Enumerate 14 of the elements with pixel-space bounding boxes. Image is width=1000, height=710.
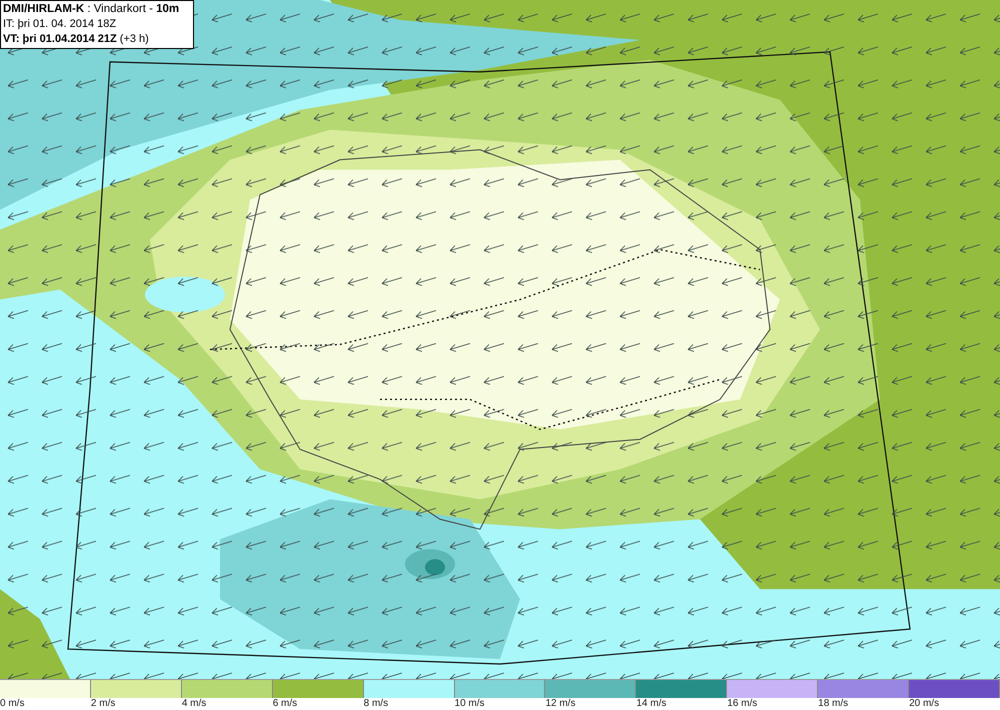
header-text: DMI/HIRLAM-K : Vindarkort - 10m (3, 2, 180, 17)
legend-label: 12 m/s (545, 698, 636, 710)
legend-label: 4 m/s (182, 698, 273, 710)
header-text: VT: þri 01.04.2014 21Z (+3 h) (3, 32, 150, 47)
legend-label: 14 m/s (636, 698, 728, 710)
legend-label: 0 m/s (0, 698, 91, 710)
header-text: IT: þri 01. 04. 2014 18Z (3, 17, 118, 32)
legend-label: 20 m/s (909, 698, 1000, 710)
legend-label: 18 m/s (818, 698, 910, 710)
legend-label: 16 m/s (727, 698, 818, 710)
legend-label: 10 m/s (454, 698, 546, 710)
legend-label: 6 m/s (272, 698, 364, 710)
legend-label: 8 m/s (364, 698, 455, 710)
legend-label: 2 m/s (90, 698, 182, 710)
